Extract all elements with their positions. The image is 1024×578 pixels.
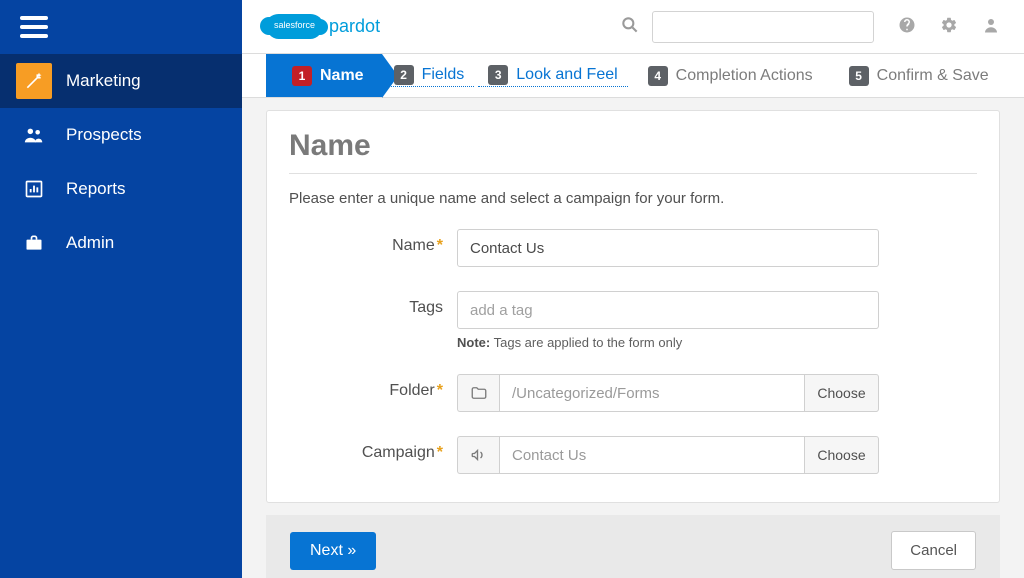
wizard-steps: 1 Name 2 Fields 3 Look and Feel 4 Comple… (242, 54, 1024, 98)
tags-note: Note: Tags are applied to the form only (457, 335, 977, 350)
sidebar-item-label: Reports (66, 179, 126, 199)
step-fields[interactable]: 2 Fields (384, 65, 475, 87)
user-icon[interactable] (982, 16, 1000, 38)
search-icon[interactable] (620, 15, 640, 39)
form-panel: Name Please enter a unique name and sele… (266, 110, 1000, 503)
step-look-and-feel[interactable]: 3 Look and Feel (478, 65, 627, 87)
folder-choose-button[interactable]: Choose (805, 374, 879, 412)
sidebar-item-label: Marketing (66, 71, 141, 91)
sidebar-item-label: Prospects (66, 125, 142, 145)
folder-path: /Uncategorized/Forms (499, 374, 805, 412)
step-confirm-save[interactable]: 5 Confirm & Save (831, 54, 1007, 97)
campaign-label: Campaign* (289, 436, 457, 462)
wand-icon (16, 63, 52, 99)
folder-icon (457, 374, 499, 412)
sidebar-item-marketing[interactable]: Marketing (0, 54, 242, 108)
panel-intro: Please enter a unique name and select a … (289, 190, 977, 207)
step-completion-actions[interactable]: 4 Completion Actions (630, 54, 831, 97)
people-icon (16, 117, 52, 153)
campaign-choose-button[interactable]: Choose (805, 436, 879, 474)
sidebar-item-prospects[interactable]: Prospects (0, 108, 242, 162)
campaign-value: Contact Us (499, 436, 805, 474)
sidebar: Marketing Prospects Reports Admin (0, 0, 242, 578)
tags-label: Tags (289, 291, 457, 317)
sidebar-item-reports[interactable]: Reports (0, 162, 242, 216)
briefcase-icon (16, 225, 52, 261)
brand-name: pardot (329, 16, 380, 37)
tags-input[interactable] (457, 291, 879, 329)
name-input[interactable] (457, 229, 879, 267)
megaphone-icon (457, 436, 499, 474)
next-button[interactable]: Next » (290, 532, 376, 570)
topbar: salesforce pardot (242, 0, 1024, 54)
name-label: Name* (289, 229, 457, 255)
bar-chart-icon (16, 171, 52, 207)
gear-icon[interactable] (940, 16, 958, 38)
step-name[interactable]: 1 Name (266, 54, 382, 97)
search-input[interactable] (652, 11, 874, 43)
cancel-button[interactable]: Cancel (891, 531, 976, 570)
help-icon[interactable] (898, 16, 916, 38)
sidebar-item-admin[interactable]: Admin (0, 216, 242, 270)
folder-label: Folder* (289, 374, 457, 400)
sidebar-item-label: Admin (66, 233, 114, 253)
salesforce-logo: salesforce (266, 14, 323, 39)
footer-bar: Next » Cancel (266, 515, 1000, 578)
panel-title: Name (289, 129, 977, 174)
menu-toggle-icon[interactable] (20, 16, 48, 38)
brand: salesforce pardot (266, 14, 380, 39)
